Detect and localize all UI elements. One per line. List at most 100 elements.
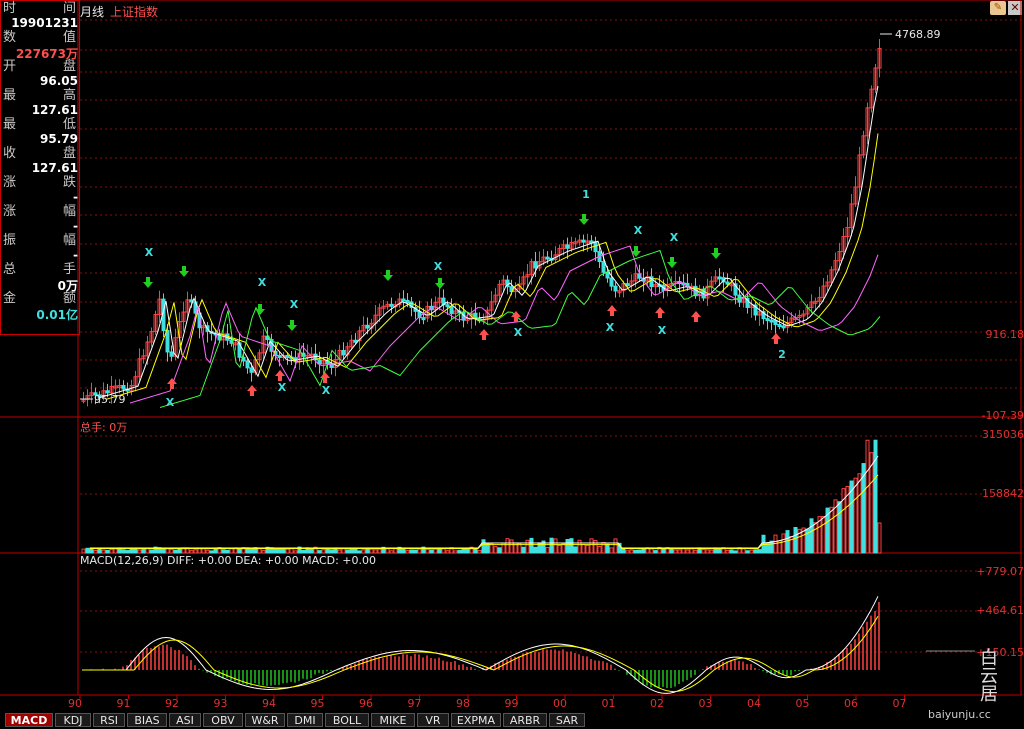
tab-bias[interactable]: BIAS bbox=[127, 713, 167, 727]
volume-bar bbox=[633, 549, 638, 554]
volume-bar bbox=[101, 549, 106, 554]
cross-marker: X bbox=[434, 260, 443, 273]
volume-bar bbox=[169, 548, 174, 554]
volume-label-top: 315036 bbox=[982, 428, 1024, 441]
tab-dmi[interactable]: DMI bbox=[287, 713, 323, 727]
candle-body bbox=[341, 350, 346, 356]
volume-bar bbox=[197, 547, 202, 554]
volume-bar bbox=[701, 548, 706, 554]
buy-arrow bbox=[275, 370, 285, 381]
tab-vr[interactable]: VR bbox=[417, 713, 449, 727]
volume-bar bbox=[481, 539, 486, 554]
tab-rsi[interactable]: RSI bbox=[93, 713, 125, 727]
x-tick-label: 04 bbox=[747, 697, 761, 710]
tab-asi[interactable]: ASI bbox=[169, 713, 201, 727]
volume-bar bbox=[125, 550, 130, 554]
volume-bar bbox=[429, 549, 434, 554]
volume-bar bbox=[853, 477, 858, 554]
dea-line bbox=[82, 615, 879, 693]
volume-bar bbox=[193, 549, 198, 554]
tab-expma[interactable]: EXPMA bbox=[451, 713, 501, 727]
tab-obv[interactable]: OBV bbox=[203, 713, 243, 727]
cross-marker: X bbox=[322, 384, 331, 397]
volume-bar bbox=[549, 537, 554, 554]
volume-bar bbox=[437, 548, 442, 554]
candle-body bbox=[765, 318, 770, 322]
buy-arrow bbox=[167, 378, 177, 389]
x-tick-label: 92 bbox=[165, 697, 179, 710]
macd-title: MACD(12,26,9) DIFF: +0.00 DEA: +0.00 MAC… bbox=[80, 554, 377, 567]
tab-mike[interactable]: MIKE bbox=[371, 713, 415, 727]
volume-bar bbox=[353, 548, 358, 554]
volume-bar bbox=[105, 550, 110, 554]
volume-bar bbox=[473, 548, 478, 554]
x-tick-label: 03 bbox=[698, 697, 713, 710]
volume-title: 总手: 0万 bbox=[80, 421, 128, 434]
volume-bar bbox=[489, 543, 494, 554]
volume-bar bbox=[809, 518, 814, 554]
tab-boll[interactable]: BOLL bbox=[325, 713, 369, 727]
price-chart[interactable]: X X X X X X X X X X X X 1 2 bbox=[0, 0, 1024, 729]
volume-bar bbox=[477, 550, 482, 554]
volume-bar bbox=[869, 452, 874, 554]
tab-macd[interactable]: MACD bbox=[5, 713, 53, 727]
tab-wr[interactable]: W&R bbox=[245, 713, 285, 727]
volume-bar bbox=[613, 538, 618, 554]
candle-body bbox=[781, 325, 786, 329]
volume-bar bbox=[441, 547, 446, 554]
trough-label: 2 bbox=[778, 348, 786, 361]
volume-bar bbox=[569, 538, 574, 554]
x-tick-label: 05 bbox=[795, 697, 810, 710]
volume-bar bbox=[521, 546, 526, 554]
tab-arbr[interactable]: ARBR bbox=[503, 713, 547, 727]
tab-sar[interactable]: SAR bbox=[549, 713, 585, 727]
volume-bar bbox=[85, 547, 90, 554]
cross-marker: X bbox=[634, 224, 643, 237]
volume-bar bbox=[565, 539, 570, 554]
volume-bar bbox=[225, 549, 230, 554]
x-tick-label: 93 bbox=[213, 697, 228, 710]
volume-bar bbox=[285, 548, 290, 554]
volume-bar bbox=[733, 550, 738, 554]
candle-body bbox=[613, 285, 618, 292]
cross-marker: X bbox=[290, 298, 299, 311]
sell-arrow bbox=[179, 266, 189, 277]
volume-bar bbox=[361, 549, 366, 554]
volume-bar bbox=[373, 549, 378, 554]
candle-body bbox=[601, 261, 606, 273]
volume-bar bbox=[769, 540, 774, 554]
volume-bar bbox=[745, 550, 750, 554]
volume-bar bbox=[277, 548, 282, 554]
volume-bar bbox=[149, 549, 154, 554]
cross-marker: X bbox=[670, 231, 679, 244]
volume-bar bbox=[401, 548, 406, 554]
volume-bar bbox=[673, 549, 678, 554]
sell-arrow bbox=[383, 270, 393, 281]
cross-marker: X bbox=[278, 381, 287, 394]
buy-arrow bbox=[655, 307, 665, 318]
candle-body bbox=[277, 355, 282, 359]
volume-bar bbox=[729, 549, 734, 554]
cross-marker: X bbox=[258, 276, 267, 289]
volume-bar bbox=[229, 547, 234, 554]
candle-body bbox=[169, 351, 174, 357]
volume-bar bbox=[637, 549, 642, 554]
volume-bar bbox=[129, 548, 134, 554]
volume-bar bbox=[141, 549, 146, 554]
volume-bar bbox=[585, 544, 590, 554]
volume-bar bbox=[453, 550, 458, 554]
candle-body bbox=[565, 244, 570, 249]
volume-bar bbox=[865, 439, 870, 554]
x-tick-label: 91 bbox=[116, 697, 131, 710]
candle-body bbox=[421, 317, 426, 321]
price-high-label: 4768.89 bbox=[895, 28, 941, 41]
volume-bar bbox=[661, 548, 666, 554]
volume-bar bbox=[161, 548, 166, 554]
volume-bar bbox=[725, 549, 730, 554]
candle-body bbox=[353, 339, 358, 343]
candle-body bbox=[445, 304, 450, 308]
volume-bar bbox=[693, 550, 698, 554]
candle-body bbox=[285, 354, 290, 358]
tab-kdj[interactable]: KDJ bbox=[55, 713, 91, 727]
volume-bar bbox=[649, 548, 654, 554]
